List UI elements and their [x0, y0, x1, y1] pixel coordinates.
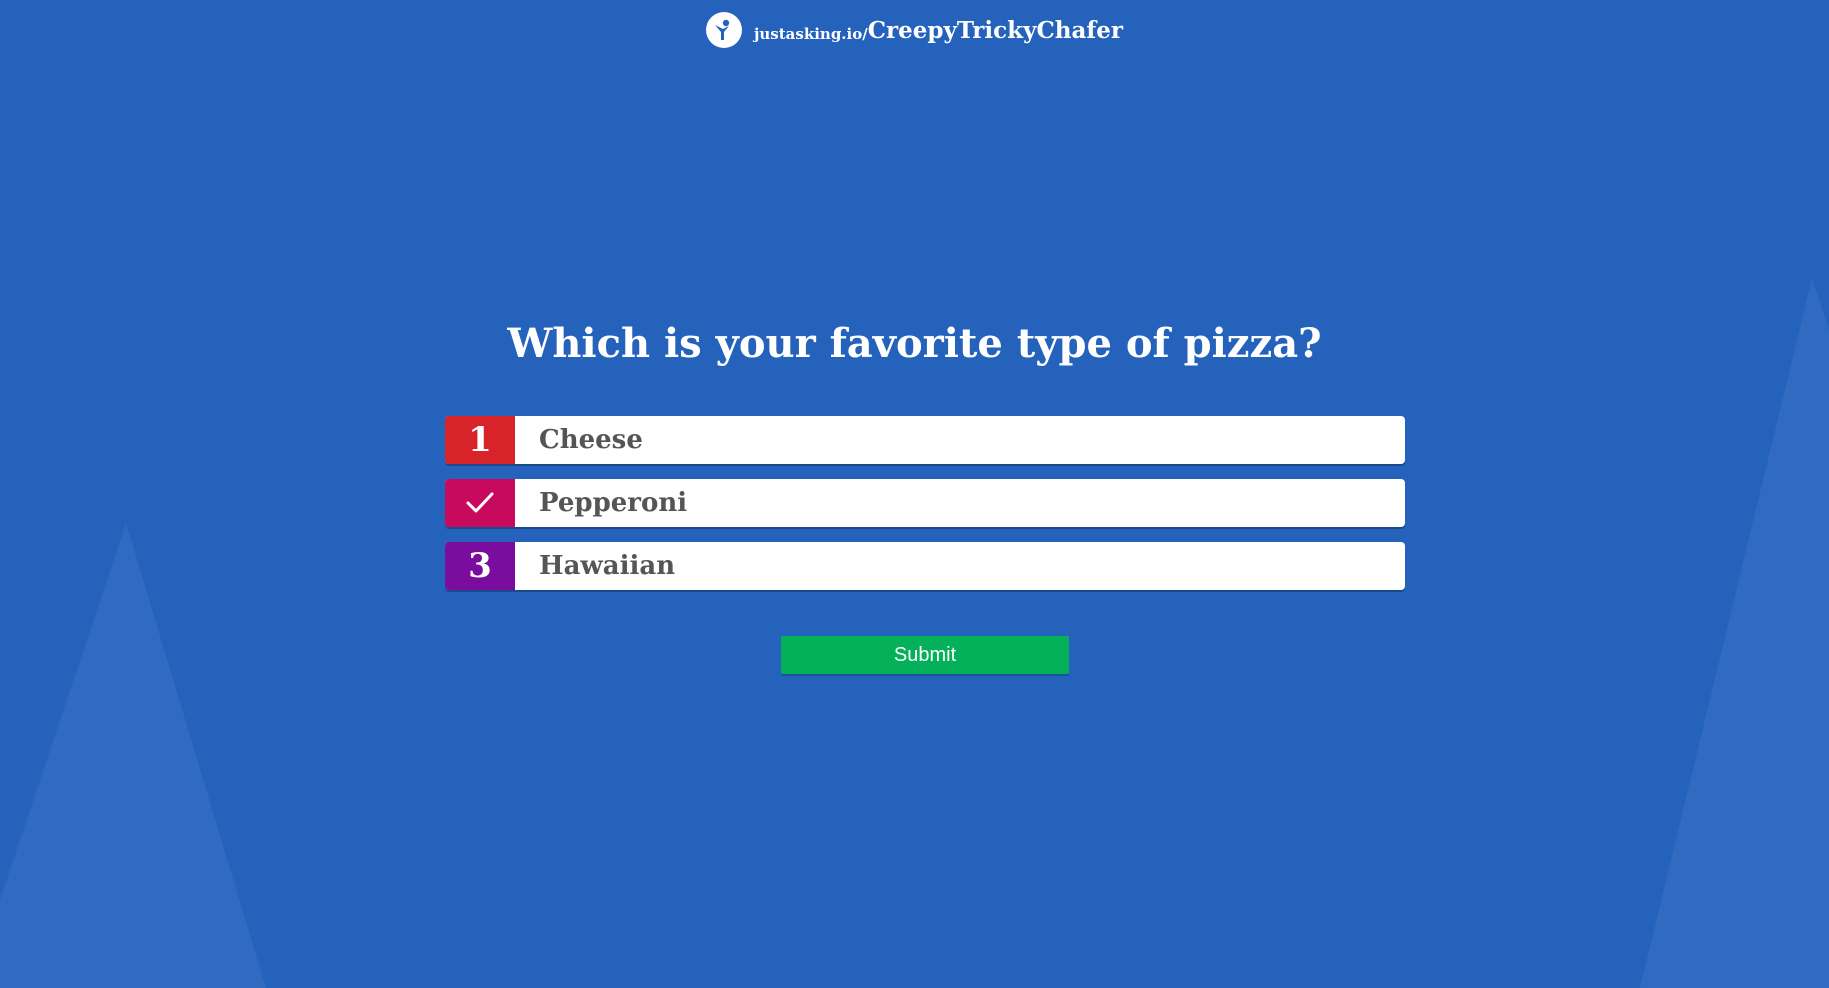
poll-option-pepperoni[interactable]: Pepperoni — [445, 479, 1405, 527]
option-number: 3 — [468, 546, 492, 586]
poll-question: Which is your favorite type of pizza? — [507, 320, 1322, 367]
poll-option-cheese[interactable]: 1 Cheese — [445, 416, 1405, 464]
poll-option-hawaiian[interactable]: 3 Hawaiian — [445, 542, 1405, 590]
justasking-logo-icon — [705, 12, 742, 48]
option-number-badge: 1 — [445, 416, 515, 464]
poll-options: 1 Cheese Pepperoni 3 Hawaiian — [445, 416, 1405, 605]
header: justasking.io/ CreepyTrickyChafer — [0, 12, 1829, 48]
room-code[interactable]: CreepyTrickyChafer — [868, 17, 1123, 44]
right-mountain-shape — [1640, 278, 1829, 988]
left-mountain-shape — [0, 523, 266, 988]
checkmark-icon — [466, 492, 494, 513]
option-number: 1 — [468, 420, 492, 460]
option-number-badge: 3 — [445, 542, 515, 590]
option-label: Cheese — [539, 425, 643, 455]
option-label: Pepperoni — [539, 488, 688, 518]
brand-domain[interactable]: justasking.io/ — [754, 25, 868, 43]
option-selected-badge — [445, 479, 515, 527]
option-label: Hawaiian — [539, 551, 676, 581]
submit-button[interactable]: Submit — [781, 636, 1069, 674]
